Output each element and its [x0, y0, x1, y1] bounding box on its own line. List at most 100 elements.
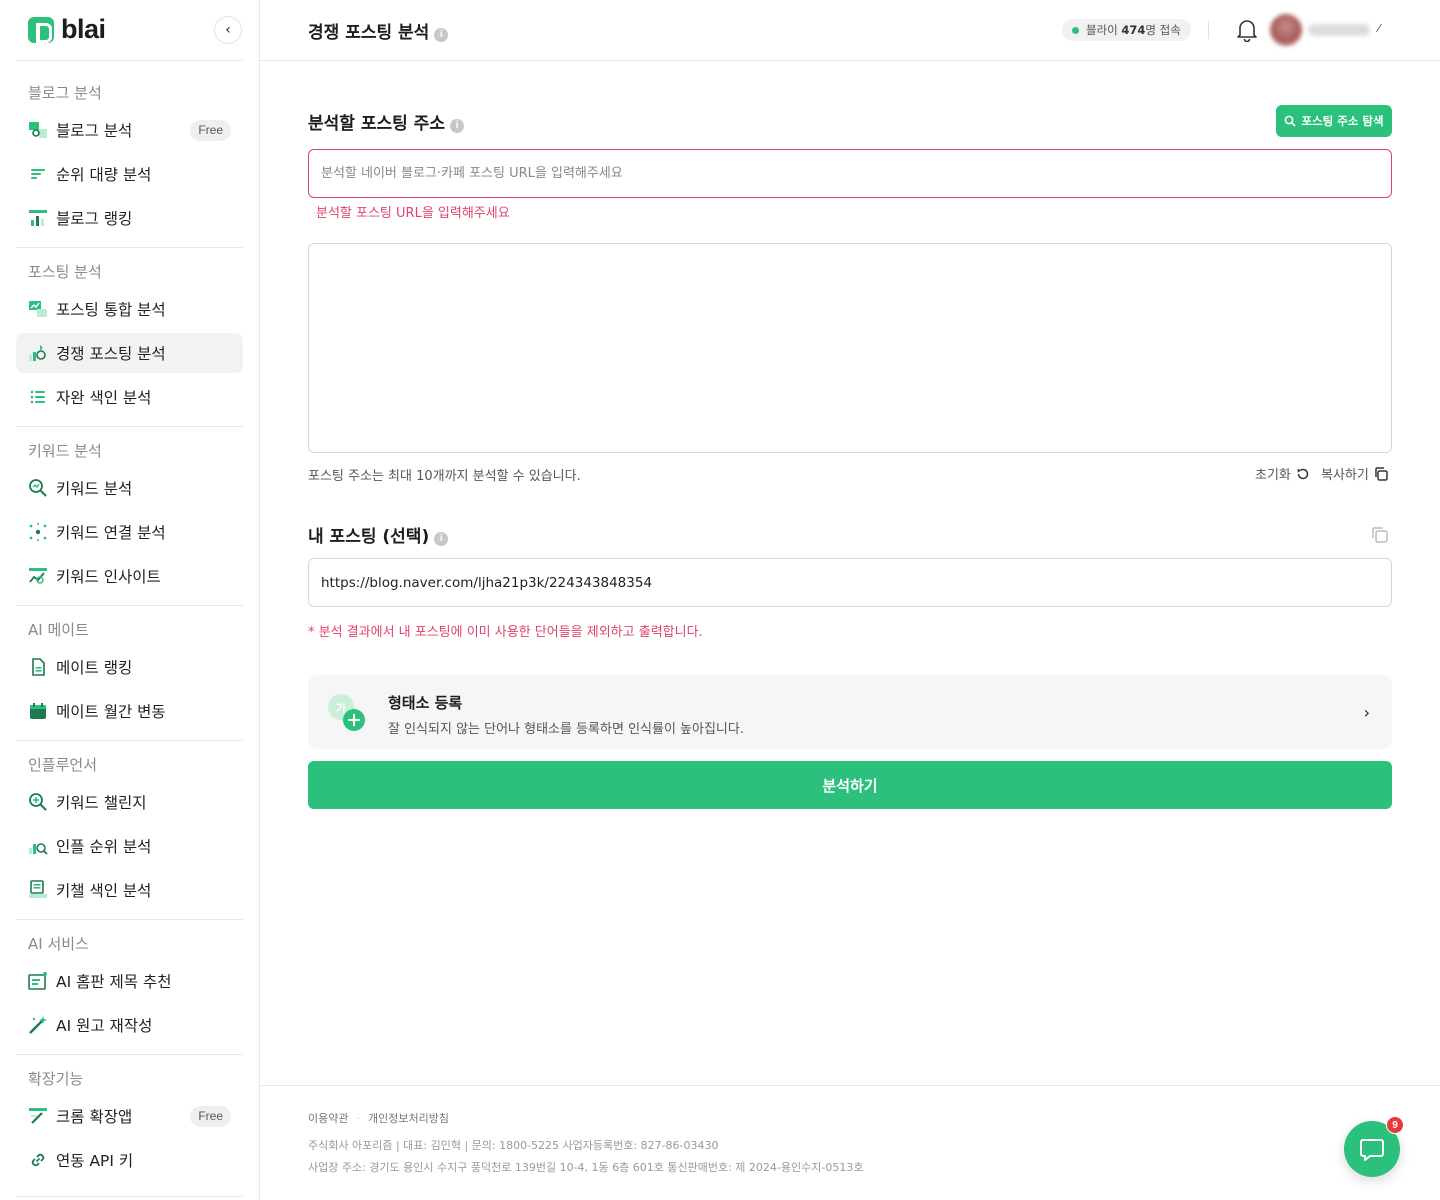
divider	[16, 426, 243, 427]
sidebar-item-label: 인플 순위 분석	[56, 838, 152, 856]
explore-posting-url-button[interactable]: 포스팅 주소 탐색	[1276, 105, 1392, 137]
svg-text:가: 가	[336, 701, 346, 715]
sidebar-item-label: 블로그 랭킹	[56, 210, 133, 228]
info-icon[interactable]: i	[434, 532, 449, 546]
avatar	[1270, 14, 1302, 46]
section-title: 포스팅 분석	[28, 263, 102, 281]
sidebar-item-label: 블로그 분석	[56, 122, 133, 140]
info-icon[interactable]: i	[434, 28, 449, 42]
posting-url-list-box[interactable]	[308, 243, 1392, 453]
url-section-title-text: 분석할 포스팅 주소	[308, 114, 445, 134]
sidebar-section-posting: 포스팅 분석 포스팅 통합 분석 경쟁 포스팅 분석 자완 색인 분석	[16, 259, 243, 419]
sidebar-section-ai-service: AI 서비스 AI 홈판 제목 추천 AI 원고 재작성	[16, 931, 243, 1051]
section-title: AI 서비스	[28, 935, 89, 953]
morpheme-add-icon: 가	[326, 693, 368, 735]
document-icon	[28, 657, 48, 677]
sidebar-section-ai-mate: AI 메이트 메이트 랭킹 메이트 월간 변동	[16, 617, 243, 737]
morpheme-register-card[interactable]: 가 형태소 등록 잘 인식되지 않는 단어나 형태소를 등록하면 인식률이 높아…	[308, 675, 1392, 749]
sidebar-item-label: 경쟁 포스팅 분석	[56, 345, 166, 363]
blog-ranking-icon	[28, 208, 48, 228]
sidebar-item-kichal-index[interactable]: 키챌 색인 분석	[16, 870, 243, 910]
my-posting-url-input[interactable]	[308, 558, 1392, 607]
sidebar-item-blog-ranking[interactable]: 블로그 랭킹	[16, 198, 243, 238]
competitor-analysis-icon	[28, 343, 48, 363]
bell-icon[interactable]	[1236, 18, 1258, 43]
sidebar-item-keyword-analysis[interactable]: 키워드 분석	[16, 468, 243, 508]
sidebar-item-index-analysis[interactable]: 자완 색인 분석	[16, 377, 243, 417]
page-title-text: 경쟁 포스팅 분석	[308, 23, 430, 43]
sidebar-item-chrome-extension[interactable]: 크롬 확장앱 Free	[16, 1096, 243, 1136]
section-title: 블로그 분석	[28, 84, 102, 102]
copy-button[interactable]: 복사하기	[1321, 464, 1389, 483]
top-header: 경쟁 포스팅 분석 i 블라이 474명 접속 ⁄	[260, 0, 1440, 61]
title-recommend-icon	[28, 971, 48, 991]
company-info: 주식회사 아포리즘 | 대표: 김민혁 | 문의: 1800-5225 사업자등…	[308, 1139, 719, 1152]
section-title: 인플루언서	[28, 756, 98, 774]
free-badge: Free	[190, 1106, 231, 1127]
section-title: 확장기능	[28, 1070, 84, 1088]
analyze-button[interactable]: 분석하기	[308, 761, 1392, 809]
user-menu[interactable]: ⁄	[1270, 14, 1388, 46]
sidebar-item-label: 키워드 연결 분석	[56, 524, 166, 542]
sidebar-section-extension: 확장기능 크롬 확장앱 Free 연동 API 키	[16, 1066, 243, 1186]
zoom-plus-icon	[28, 792, 48, 812]
sidebar-item-keyword-insight[interactable]: 키워드 인사이트	[16, 556, 243, 596]
reset-label: 초기화	[1255, 468, 1291, 483]
chevron-down-icon: ⁄	[1378, 22, 1380, 35]
divider	[16, 1196, 243, 1197]
copy-icon[interactable]	[1370, 525, 1390, 545]
sidebar-item-api-key[interactable]: 연동 API 키	[16, 1140, 243, 1180]
terms-link[interactable]: 이용약관	[308, 1112, 348, 1125]
separator: ·	[356, 1112, 360, 1125]
chevron-left-icon: ‹	[225, 22, 231, 38]
online-prefix: 블라이	[1086, 23, 1118, 37]
sidebar-item-label: AI 원고 재작성	[56, 1017, 153, 1035]
sidebar-section-blog: 블로그 분석 블로그 분석 Free 순위 대량 분석 블로그 랭킹	[16, 80, 243, 240]
info-icon[interactable]: i	[449, 119, 464, 133]
index-icon	[28, 880, 48, 900]
sidebar-item-posting-analysis[interactable]: 포스팅 통합 분석	[16, 289, 243, 329]
sidebar-item-competitor-analysis[interactable]: 경쟁 포스팅 분석	[16, 333, 243, 373]
user-name-blurred	[1308, 24, 1370, 36]
sidebar-item-label: 순위 대량 분석	[56, 166, 152, 184]
privacy-link[interactable]: 개인정보처리방침	[368, 1112, 449, 1125]
sidebar-item-influencer-rank[interactable]: 인플 순위 분석	[16, 826, 243, 866]
keyword-search-icon	[28, 478, 48, 498]
divider	[16, 605, 243, 606]
posting-url-input[interactable]	[308, 149, 1392, 198]
rank-search-icon	[28, 836, 48, 856]
collapse-sidebar-button[interactable]: ‹	[214, 16, 242, 44]
sidebar-item-label: 크롬 확장앱	[56, 1108, 133, 1126]
sidebar-item-label: 포스팅 통합 분석	[56, 301, 166, 319]
reset-button[interactable]: 초기화	[1255, 464, 1311, 483]
sidebar-item-label: 키워드 인사이트	[56, 568, 161, 586]
section-title: 키워드 분석	[28, 442, 102, 460]
insight-icon	[28, 566, 48, 586]
copy-icon	[1375, 466, 1388, 481]
logo-text: blai	[61, 14, 106, 44]
online-count: 474	[1121, 23, 1146, 37]
logo[interactable]: blai ‹	[28, 14, 244, 48]
sidebar-item-label: 연동 API 키	[56, 1152, 134, 1170]
sidebar-item-mate-ranking[interactable]: 메이트 랭킹	[16, 647, 243, 687]
morpheme-title: 형태소 등록	[388, 694, 463, 712]
sidebar-item-keyword-network[interactable]: 키워드 연결 분석	[16, 512, 243, 552]
sidebar-item-label: 키워드 챌린지	[56, 794, 147, 812]
url-limit-helper: 포스팅 주소는 최대 10개까지 분석할 수 있습니다.	[308, 469, 581, 484]
footer: 이용약관 · 개인정보처리방침 주식회사 아포리즘 | 대표: 김민혁 | 문의: …	[260, 1085, 1440, 1200]
reset-icon	[1297, 468, 1309, 479]
sidebar-item-mate-monthly[interactable]: 메이트 월간 변동	[16, 691, 243, 731]
posting-analysis-icon	[28, 299, 48, 319]
sidebar-item-ai-rewrite[interactable]: AI 원고 재작성	[16, 1005, 243, 1045]
sidebar-item-bulk-rank[interactable]: 순위 대량 분석	[16, 154, 243, 194]
sidebar-item-label: 메이트 월간 변동	[56, 703, 166, 721]
sidebar-item-ai-title[interactable]: AI 홈판 제목 추천	[16, 961, 243, 1001]
sidebar-item-keyword-challenge[interactable]: 키워드 챌린지	[16, 782, 243, 822]
sidebar-item-label: 자완 색인 분석	[56, 389, 152, 407]
list-icon	[28, 387, 48, 407]
chevron-right-icon: ›	[1363, 703, 1370, 722]
sidebar-item-blog-analysis[interactable]: 블로그 분석 Free	[16, 110, 243, 150]
sidebar-item-label: 키워드 분석	[56, 480, 133, 498]
sidebar-item-label: 키챌 색인 분석	[56, 882, 152, 900]
online-suffix: 명 접속	[1145, 23, 1181, 37]
